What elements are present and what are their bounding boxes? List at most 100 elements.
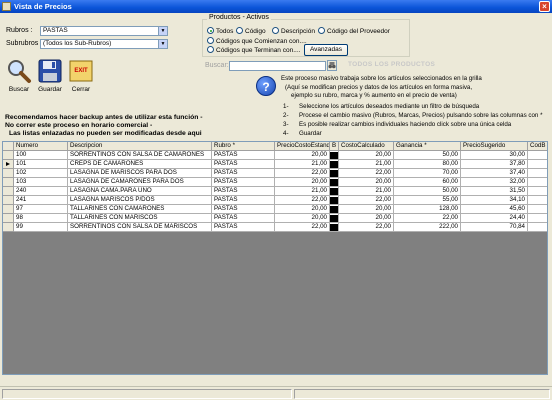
- table-row[interactable]: 240 LASAGNA CAMA.PARA UNO PASTAS 21,00 21,00…: [3, 187, 547, 196]
- grid-cell[interactable]: TALLARINES CON CAMARONES: [68, 205, 212, 214]
- grid-cell[interactable]: 21,00: [339, 160, 394, 169]
- grid-cell[interactable]: 70,00: [394, 169, 461, 178]
- grid-cell[interactable]: PASTAS: [212, 205, 275, 214]
- cerrar-button[interactable]: EXIT Cerrar: [66, 58, 96, 94]
- grid-cell[interactable]: 24,40: [461, 214, 528, 223]
- grid-cell[interactable]: 241: [14, 196, 68, 205]
- checkbox-cell[interactable]: [330, 160, 339, 169]
- grid-cell[interactable]: 20,00: [275, 214, 330, 223]
- column-header[interactable]: PrecioSugerido: [461, 142, 528, 151]
- grid-cell[interactable]: 240: [14, 187, 68, 196]
- radio-comienzan[interactable]: Códigos que Comienzan con....: [207, 37, 307, 45]
- table-row[interactable]: 97 TALLARINES CON CAMARONES PASTAS 20,00 20,…: [3, 205, 547, 214]
- row-selector[interactable]: [3, 205, 14, 214]
- grid-cell[interactable]: 22,00: [275, 196, 330, 205]
- grid-cell[interactable]: [528, 151, 547, 160]
- row-selector[interactable]: [3, 151, 14, 160]
- grid-cell[interactable]: [528, 187, 547, 196]
- grid-cell[interactable]: 22,00: [275, 223, 330, 232]
- grid-cell[interactable]: SORRENTINOS CON SALSA DE MARISCOS: [68, 223, 212, 232]
- grid-cell[interactable]: 32,00: [461, 178, 528, 187]
- grid-cell[interactable]: 20,00: [275, 205, 330, 214]
- checkbox-cell[interactable]: [330, 187, 339, 196]
- grid-cell[interactable]: 99: [14, 223, 68, 232]
- checkbox-cell[interactable]: [330, 178, 339, 187]
- grid-cell[interactable]: 222,00: [394, 223, 461, 232]
- grid-cell[interactable]: 37,40: [461, 169, 528, 178]
- row-selector[interactable]: [3, 169, 14, 178]
- guardar-button[interactable]: Guardar: [35, 58, 65, 94]
- row-selector[interactable]: [3, 178, 14, 187]
- table-row[interactable]: 100 SORRENTINOS CON SALSA DE CAMARONES PAS…: [3, 151, 547, 160]
- grid-cell[interactable]: 100: [14, 151, 68, 160]
- grid-cell[interactable]: 22,00: [339, 196, 394, 205]
- grid-cell[interactable]: 102: [14, 169, 68, 178]
- grid-cell[interactable]: 98: [14, 214, 68, 223]
- checkbox-cell[interactable]: [330, 196, 339, 205]
- column-header[interactable]: B: [330, 142, 339, 151]
- prices-grid[interactable]: Numero Descripcion Rubro * PrecioCostoEstan…: [2, 141, 548, 375]
- chevron-down-icon[interactable]: ▼: [158, 27, 167, 35]
- grid-cell[interactable]: 20,00: [339, 151, 394, 160]
- grid-cell[interactable]: 30,00: [461, 151, 528, 160]
- search-input[interactable]: [229, 61, 326, 71]
- chevron-down-icon[interactable]: ▼: [158, 40, 167, 48]
- grid-cell[interactable]: 21,00: [275, 160, 330, 169]
- grid-cell[interactable]: 22,00: [275, 169, 330, 178]
- table-row[interactable]: 101 CREPS DE CAMARONES PASTAS 21,00 21,00 80,…: [3, 160, 547, 169]
- checkbox-cell[interactable]: [330, 214, 339, 223]
- grid-cell[interactable]: 50,00: [394, 151, 461, 160]
- grid-cell[interactable]: SORRENTINOS CON SALSA DE CAMARONES: [68, 151, 212, 160]
- grid-cell[interactable]: PASTAS: [212, 223, 275, 232]
- grid-cell[interactable]: [528, 196, 547, 205]
- column-header[interactable]: PrecioCostoEstandar: [275, 142, 330, 151]
- grid-cell[interactable]: 45,60: [461, 205, 528, 214]
- grid-cell[interactable]: 21,00: [275, 187, 330, 196]
- row-selector[interactable]: [3, 214, 14, 223]
- row-selector[interactable]: [3, 187, 14, 196]
- grid-cell[interactable]: LASAGNA DE CAMARONES PARA DOS: [68, 178, 212, 187]
- column-header[interactable]: CodB: [528, 142, 547, 151]
- grid-cell[interactable]: [528, 214, 547, 223]
- grid-cell[interactable]: 60,00: [394, 178, 461, 187]
- radio-codigo[interactable]: Código: [236, 27, 266, 35]
- row-selector[interactable]: [3, 223, 14, 232]
- checkbox-cell[interactable]: [330, 151, 339, 160]
- grid-cell[interactable]: 37,80: [461, 160, 528, 169]
- avanzadas-button[interactable]: Avanzadas: [304, 44, 348, 56]
- row-selector[interactable]: [3, 196, 14, 205]
- grid-cell[interactable]: [528, 178, 547, 187]
- grid-cell[interactable]: LASAGNA CAMA.PARA UNO: [68, 187, 212, 196]
- checkbox-cell[interactable]: [330, 205, 339, 214]
- checkbox-cell[interactable]: [330, 223, 339, 232]
- grid-cell[interactable]: PASTAS: [212, 187, 275, 196]
- grid-cell[interactable]: PASTAS: [212, 151, 275, 160]
- grid-cell[interactable]: 22,00: [339, 169, 394, 178]
- grid-cell[interactable]: PASTAS: [212, 214, 275, 223]
- grid-cell[interactable]: 34,10: [461, 196, 528, 205]
- table-row[interactable]: 241 LASAGNA MARISCOS P/DOS PASTAS 22,00 22,0…: [3, 196, 547, 205]
- grid-cell[interactable]: 20,00: [339, 178, 394, 187]
- column-header[interactable]: Ganancia *: [394, 142, 461, 151]
- table-row[interactable]: 99 SORRENTINOS CON SALSA DE MARISCOS PASTA…: [3, 223, 547, 232]
- search-button[interactable]: [327, 60, 337, 71]
- checkbox-cell[interactable]: [330, 169, 339, 178]
- buscar-button[interactable]: Buscar: [4, 58, 34, 94]
- table-row[interactable]: 98 TALLARINES CON MARISCOS PASTAS 20,00 20,0…: [3, 214, 547, 223]
- grid-cell[interactable]: TALLARINES CON MARISCOS: [68, 214, 212, 223]
- radio-terminan[interactable]: Códigos que Terminan con....: [207, 46, 300, 54]
- grid-cell[interactable]: 20,00: [339, 214, 394, 223]
- grid-cell[interactable]: PASTAS: [212, 196, 275, 205]
- radio-codigo-proveedor[interactable]: Código del Proveedor: [318, 27, 390, 35]
- column-header[interactable]: CostoCalculado: [339, 142, 394, 151]
- grid-cell[interactable]: 97: [14, 205, 68, 214]
- grid-cell[interactable]: 50,00: [394, 187, 461, 196]
- grid-cell[interactable]: [528, 205, 547, 214]
- grid-cell[interactable]: PASTAS: [212, 160, 275, 169]
- row-selector[interactable]: [3, 160, 14, 169]
- table-row[interactable]: 103 LASAGNA DE CAMARONES PARA DOS PASTAS 20…: [3, 178, 547, 187]
- close-window-button[interactable]: ×: [539, 1, 550, 12]
- grid-cell[interactable]: 22,00: [394, 214, 461, 223]
- grid-cell[interactable]: CREPS DE CAMARONES: [68, 160, 212, 169]
- grid-cell[interactable]: [528, 160, 547, 169]
